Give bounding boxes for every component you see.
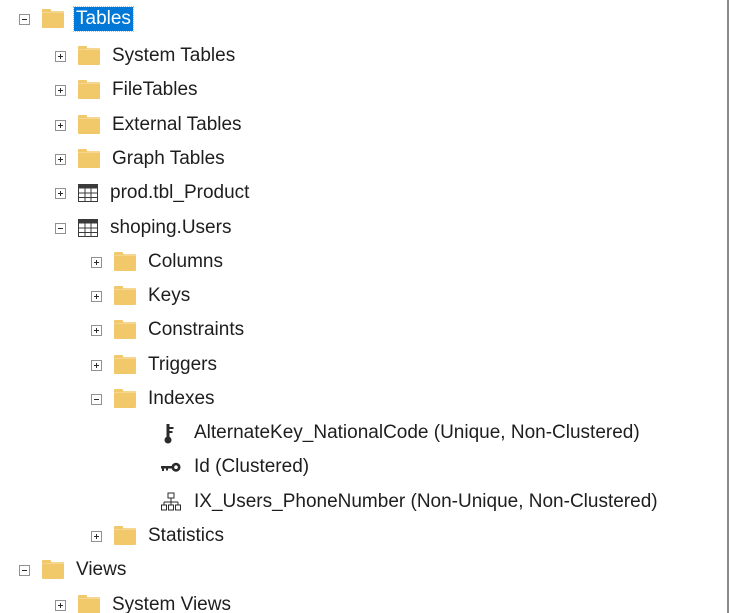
tree-node-label: Indexes: [148, 388, 215, 409]
tree-node-index-phonenumber[interactable]: IX_Users_PhoneNumber (Non-Unique, Non-Cl…: [160, 485, 660, 519]
tree-node-label: shoping.Users: [110, 217, 232, 238]
tree-node-label: IX_Users_PhoneNumber (Non-Unique, Non-Cl…: [194, 491, 658, 512]
tree-node-label: Columns: [148, 251, 223, 272]
tree-node-triggers[interactable]: Triggers: [91, 348, 219, 382]
tree-node-label: Tables: [73, 6, 134, 32]
tree-node-system-tables[interactable]: System Tables: [55, 39, 237, 73]
folder-icon: [42, 559, 64, 579]
folder-icon: [114, 525, 136, 545]
tree-node-graph-tables[interactable]: Graph Tables: [55, 142, 227, 176]
tree-node-label: prod.tbl_Product: [110, 182, 250, 203]
expand-icon[interactable]: [55, 50, 66, 62]
expand-icon[interactable]: [91, 256, 102, 268]
tree-node-label: System Tables: [112, 45, 236, 66]
tree-node-label: Triggers: [148, 354, 217, 375]
tree-node-label: Graph Tables: [112, 148, 225, 169]
expand-icon[interactable]: [91, 359, 102, 371]
tree-node-index-id[interactable]: Id (Clustered): [160, 450, 311, 484]
tree-node-columns[interactable]: Columns: [91, 245, 225, 279]
tree-node-indexes[interactable]: Indexes: [91, 382, 217, 416]
tree-node-views[interactable]: Views: [19, 553, 128, 587]
folder-icon: [78, 79, 100, 99]
folder-icon: [78, 114, 100, 134]
tree-node-label: FileTables: [112, 79, 198, 100]
expand-icon[interactable]: [55, 84, 66, 96]
tree-node-external-tables[interactable]: External Tables: [55, 108, 244, 142]
table-icon: [78, 184, 98, 202]
folder-icon: [114, 285, 136, 305]
tree-node-filetables[interactable]: FileTables: [55, 73, 200, 107]
collapse-icon[interactable]: [91, 393, 102, 405]
expand-icon[interactable]: [55, 599, 66, 611]
hierarchy-index-icon: [161, 492, 181, 511]
tree-node-index-alternatekey[interactable]: AlternateKey_NationalCode (Unique, Non-C…: [160, 416, 642, 450]
tree-node-label: System Views: [112, 594, 231, 613]
folder-icon: [114, 319, 136, 339]
expand-icon[interactable]: [91, 290, 102, 302]
table-icon: [78, 219, 98, 237]
folder-icon: [42, 8, 64, 28]
folder-icon: [78, 148, 100, 168]
tree-node-constraints[interactable]: Constraints: [91, 313, 246, 347]
tree-node-system-views[interactable]: System Views: [55, 588, 233, 613]
folder-icon: [78, 45, 100, 65]
expand-icon[interactable]: [55, 119, 66, 131]
expand-icon[interactable]: [55, 187, 66, 199]
tree-node-label: Statistics: [148, 525, 225, 546]
folder-icon: [114, 251, 136, 271]
tree-node-label: Keys: [148, 285, 191, 306]
tree-node-shoping-users[interactable]: shoping.Users: [55, 211, 233, 245]
tree-node-label: AlternateKey_NationalCode (Unique, Non-C…: [194, 422, 640, 443]
collapse-icon[interactable]: [19, 564, 30, 576]
tree-node-label: Constraints: [148, 319, 245, 340]
tree-node-statistics[interactable]: Statistics: [91, 519, 226, 553]
tree-node-label: External Tables: [112, 114, 242, 135]
tree-node-label: Id (Clustered): [194, 456, 310, 477]
folder-icon: [114, 354, 136, 374]
expand-icon[interactable]: [91, 324, 102, 336]
tree-node-keys[interactable]: Keys: [91, 279, 192, 313]
tree-node-label: Views: [76, 559, 127, 580]
primary-key-icon: [161, 462, 181, 472]
expand-icon[interactable]: [55, 153, 66, 165]
folder-icon: [114, 388, 136, 408]
collapse-icon[interactable]: [55, 222, 66, 234]
expand-icon[interactable]: [91, 530, 102, 542]
tree-node-prod-tbl-product[interactable]: prod.tbl_Product: [55, 176, 251, 210]
object-explorer-tree: Tables System Tables FileTables External…: [0, 0, 729, 613]
folder-icon: [78, 594, 100, 613]
tree-node-tables[interactable]: Tables: [19, 2, 134, 36]
unique-key-icon: [164, 424, 174, 444]
collapse-icon[interactable]: [19, 13, 30, 25]
